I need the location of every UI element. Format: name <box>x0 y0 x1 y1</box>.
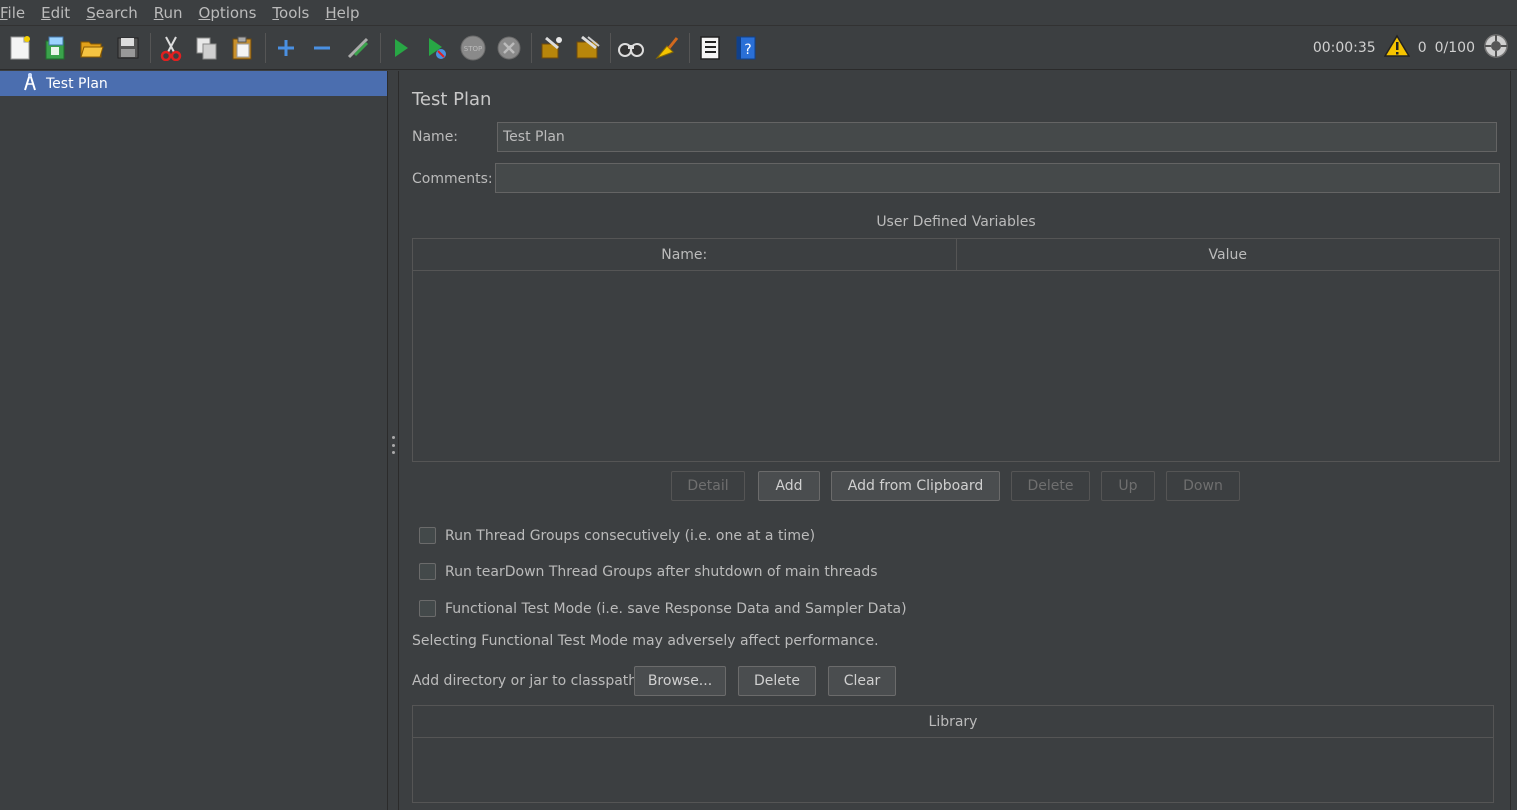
detail-button[interactable]: Detail <box>671 471 745 501</box>
udv-table: Name: Value <box>412 238 1500 462</box>
function-helper-icon[interactable] <box>694 32 726 64</box>
paste-icon[interactable] <box>227 32 259 64</box>
add-from-clipboard-button[interactable]: Add from Clipboard <box>831 471 1000 501</box>
clear-icon[interactable] <box>536 32 568 64</box>
menu-help[interactable]: Help <box>325 0 367 26</box>
warning-count: 0 <box>1417 40 1427 56</box>
udv-table-header: Name: Value <box>413 239 1499 271</box>
menu-search-rest: earch <box>95 3 138 22</box>
test-plan-icon <box>22 72 38 95</box>
menu-run[interactable]: Run <box>154 0 191 26</box>
classpath-label: Add directory or jar to classpath <box>412 673 638 689</box>
toolbar: STOP ? 00:00:35 0 0/100 <box>0 26 1517 70</box>
toggle-icon[interactable] <box>342 32 374 64</box>
menu-bar: File Edit Search Run Options Tools Help <box>0 0 1517 26</box>
run-consecutively-label: Run Thread Groups consecutively (i.e. on… <box>445 527 816 544</box>
functional-mode-checkbox[interactable] <box>419 600 436 617</box>
library-column[interactable]: Library <box>413 706 1493 737</box>
cut-icon[interactable] <box>155 32 187 64</box>
udv-column-name[interactable]: Name: <box>413 239 956 270</box>
run-teardown-checkbox[interactable] <box>419 563 436 580</box>
elapsed-timer: 00:00:35 <box>1312 40 1376 56</box>
functional-mode-label: Functional Test Mode (i.e. save Response… <box>445 600 907 617</box>
svg-text:STOP: STOP <box>464 45 482 53</box>
run-teardown-option[interactable]: Run tearDown Thread Groups after shutdow… <box>419 563 878 580</box>
udv-column-value[interactable]: Value <box>955 239 1500 270</box>
menu-help-rest: elp <box>336 3 360 22</box>
menu-search-mnemonic: S <box>86 3 96 22</box>
shutdown-icon[interactable] <box>493 32 525 64</box>
tree-item-label: Test Plan <box>46 75 108 92</box>
menu-file-mnemonic: F <box>0 3 8 22</box>
library-table: Library <box>412 705 1494 803</box>
warning-icon[interactable] <box>1383 34 1411 62</box>
menu-help-mnemonic: H <box>325 3 337 22</box>
toolbar-separator <box>689 32 690 63</box>
menu-run-rest: un <box>163 3 183 22</box>
clear-classpath-button[interactable]: Clear <box>828 666 896 696</box>
test-plan-panel: Test Plan Name: Test Plan Comments: User… <box>400 71 1510 810</box>
comments-label: Comments: <box>412 171 493 187</box>
add-button[interactable]: Add <box>758 471 820 501</box>
new-icon[interactable] <box>4 32 36 64</box>
start-icon[interactable] <box>385 32 417 64</box>
collapse-icon[interactable] <box>306 32 338 64</box>
clear-all-icon[interactable] <box>572 32 604 64</box>
menu-file[interactable]: File <box>0 0 33 26</box>
toolbar-separator <box>531 32 532 63</box>
toolbar-separator <box>610 32 611 63</box>
delete-classpath-button[interactable]: Delete <box>738 666 816 696</box>
menu-file-rest: ile <box>7 3 26 22</box>
menu-options[interactable]: Options <box>199 0 265 26</box>
split-pane-divider[interactable] <box>388 71 399 810</box>
comments-input[interactable] <box>495 163 1500 193</box>
reset-search-icon[interactable] <box>651 32 683 64</box>
right-edge-panel <box>1510 71 1517 810</box>
copy-icon[interactable] <box>191 32 223 64</box>
functional-mode-note: Selecting Functional Test Mode may adver… <box>412 633 879 649</box>
name-input[interactable]: Test Plan <box>497 122 1497 152</box>
remote-status-icon[interactable] <box>1483 33 1509 63</box>
menu-options-mnemonic: O <box>198 3 211 22</box>
menu-edit[interactable]: Edit <box>41 0 78 26</box>
browse-button[interactable]: Browse... <box>634 666 726 696</box>
menu-tools[interactable]: Tools <box>272 0 317 26</box>
down-button[interactable]: Down <box>1166 471 1240 501</box>
start-no-pauses-icon[interactable] <box>421 32 453 64</box>
toolbar-separator <box>150 32 151 63</box>
status-area: 00:00:35 0 0/100 <box>1313 26 1509 70</box>
toolbar-separator <box>265 32 266 63</box>
menu-tools-rest: ools <box>279 3 310 22</box>
open-icon[interactable] <box>76 32 108 64</box>
splitter-grip-icon <box>392 436 395 454</box>
thread-count: 0/100 <box>1434 40 1475 56</box>
library-table-header: Library <box>413 706 1493 738</box>
templates-icon[interactable] <box>40 32 72 64</box>
functional-mode-option[interactable]: Functional Test Mode (i.e. save Response… <box>419 600 907 617</box>
run-consecutively-option[interactable]: Run Thread Groups consecutively (i.e. on… <box>419 527 815 544</box>
run-teardown-label: Run tearDown Thread Groups after shutdow… <box>445 563 878 580</box>
menu-edit-mnemonic: E <box>41 3 51 22</box>
stop-icon[interactable]: STOP <box>457 32 489 64</box>
help-icon[interactable]: ? <box>730 32 762 64</box>
save-icon[interactable] <box>112 32 144 64</box>
page-title: Test Plan <box>412 89 492 110</box>
toolbar-separator <box>380 32 381 63</box>
run-consecutively-checkbox[interactable] <box>419 527 436 544</box>
menu-search[interactable]: Search <box>86 0 146 26</box>
test-tree-panel: Test Plan <box>0 71 388 810</box>
expand-icon[interactable] <box>270 32 302 64</box>
search-icon[interactable] <box>615 32 647 64</box>
svg-text:?: ? <box>744 42 751 58</box>
menu-options-rest: ptions <box>210 3 257 22</box>
up-button[interactable]: Up <box>1101 471 1155 501</box>
delete-variable-button[interactable]: Delete <box>1011 471 1090 501</box>
menu-edit-rest: dit <box>50 3 71 22</box>
tree-item-test-plan[interactable]: Test Plan <box>0 71 387 96</box>
udv-section-title: User Defined Variables <box>876 214 1036 230</box>
name-label: Name: <box>412 129 459 145</box>
